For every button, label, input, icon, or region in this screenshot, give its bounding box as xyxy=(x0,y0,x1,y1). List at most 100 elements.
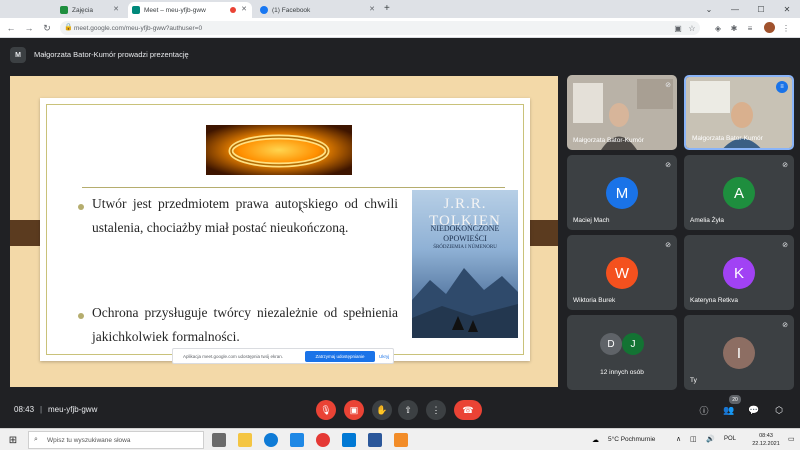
participant-name: Amelia Żyła xyxy=(690,217,724,224)
extensions-puzzle-icon[interactable]: ✱ xyxy=(728,22,740,34)
presenter-avatar: M xyxy=(10,47,26,63)
tray-time-text: 08:43 xyxy=(759,433,773,439)
url-field[interactable]: 🔒 meet.google.com/meu-yfjb-gww?authuser=… xyxy=(60,21,700,35)
separator: | xyxy=(40,405,43,414)
participant-name: Małgorzata Bator-Kumór xyxy=(573,137,644,144)
close-icon[interactable]: ✕ xyxy=(369,5,375,13)
network-icon[interactable]: ◫ xyxy=(690,435,697,443)
participant-avatar: A xyxy=(723,177,755,209)
close-icon[interactable]: ✕ xyxy=(241,5,247,13)
store-icon[interactable] xyxy=(290,433,304,447)
mic-off-button[interactable]: 🎙 xyxy=(316,400,336,420)
raise-hand-button[interactable]: ✋ xyxy=(372,400,392,420)
maximize-icon[interactable]: ☐ xyxy=(748,0,774,18)
mic-off-icon: ⊘ xyxy=(782,322,788,329)
tray-chevron-icon[interactable]: ∧ xyxy=(676,435,681,443)
participant-avatar: W xyxy=(606,257,638,289)
tab-zajecia[interactable]: Zajęcia ✕ xyxy=(56,2,124,18)
forward-icon[interactable]: → xyxy=(22,21,36,35)
reading-list-icon[interactable]: ≡ xyxy=(744,22,756,34)
slide-decoration xyxy=(10,220,42,246)
meet-control-bar: 08:43 | meu-yfjb-gww 🎙 ▣ ✋ ⇧ ⋮ ☎ ⓘ 👥 20 … xyxy=(0,392,800,428)
windows-taskbar: ⊞ ⌕ Wpisz tu wyszukiwane słowa ☁ 5°C Poc… xyxy=(0,428,800,450)
bookmark-star-icon[interactable]: ☆ xyxy=(686,22,698,34)
camera-permission-icon[interactable]: ▣ xyxy=(672,22,684,34)
taskbar-search-input[interactable]: ⌕ Wpisz tu wyszukiwane słowa xyxy=(28,431,204,449)
file-explorer-icon[interactable] xyxy=(238,433,252,447)
stop-sharing-button[interactable]: Zatrzymaj udostępnianie xyxy=(305,351,375,362)
input-language[interactable]: POL xyxy=(724,436,736,442)
bullet-text: Ochrona przysługuje twórcy niezależnie o… xyxy=(92,305,398,344)
back-icon[interactable]: ← xyxy=(4,21,18,35)
notifications-icon[interactable]: ▭ xyxy=(788,435,795,443)
windows-start-icon[interactable]: ⊞ xyxy=(7,434,19,446)
lock-icon: 🔒 xyxy=(64,24,73,31)
tray-date-text: 22.12.2021 xyxy=(752,441,780,447)
bullet-text: Utwór jest przedmiotem prawa autorskiego… xyxy=(92,196,398,235)
people-count-badge: 20 xyxy=(729,395,741,404)
slide-decoration xyxy=(526,220,558,246)
divider-line xyxy=(82,187,505,188)
cover-title: NIEDOKOŃCZONE xyxy=(430,224,500,233)
activities-icon[interactable]: ⬡ xyxy=(772,403,786,417)
others-count-label: 12 innych osób xyxy=(600,369,644,376)
screen-share-notice: Aplikacja meet.google.com udostępnia twó… xyxy=(172,348,394,364)
mic-off-icon: ⊘ xyxy=(782,242,788,249)
tab-meet[interactable]: Meet – meu-yfjb-gww ✕ xyxy=(128,2,252,18)
speaking-indicator-icon: ≡ xyxy=(776,81,788,93)
profile-avatar[interactable] xyxy=(764,22,775,33)
new-tab-button[interactable]: + xyxy=(384,3,390,14)
url-text: meet.google.com/meu-yfjb-gww?authuser=0 xyxy=(74,24,203,32)
more-options-button[interactable]: ⋮ xyxy=(426,400,446,420)
facebook-icon xyxy=(260,6,268,14)
meeting-clock: 08:43 xyxy=(14,405,35,414)
info-icon[interactable]: ⓘ xyxy=(697,403,711,417)
participant-name: Ty xyxy=(690,377,697,384)
chat-icon[interactable]: 💬 xyxy=(747,403,761,417)
address-bar-row: ← → ↻ 🔒 meet.google.com/meu-yfjb-gww?aut… xyxy=(0,18,800,38)
close-window-icon[interactable]: ✕ xyxy=(774,0,800,18)
participant-tile[interactable]: ⊘ A Amelia Żyła xyxy=(684,155,794,230)
minimize-icon[interactable]: — xyxy=(722,0,748,18)
participant-tile[interactable]: ≡ Małgorzata Bator-Kumór xyxy=(684,75,794,150)
ring-image xyxy=(206,125,352,175)
camera-off-button[interactable]: ▣ xyxy=(344,400,364,420)
participant-tile[interactable]: ⊘ K Kateryna Retkva xyxy=(684,235,794,310)
present-button[interactable]: ⇧ xyxy=(398,400,418,420)
edge-icon[interactable] xyxy=(264,433,278,447)
participant-avatar: K xyxy=(723,257,755,289)
tray-clock[interactable]: 08:43 22.12.2021 xyxy=(746,432,786,448)
participant-name: Maciej Mach xyxy=(573,217,610,224)
weather-icon: ☁ xyxy=(592,437,599,444)
leave-call-button[interactable]: ☎ xyxy=(454,400,482,420)
close-icon[interactable]: ✕ xyxy=(113,5,119,13)
tab-facebook[interactable]: (1) Facebook ✕ xyxy=(256,2,380,18)
menu-dots-icon[interactable]: ⋮ xyxy=(780,22,792,34)
mail-icon[interactable] xyxy=(342,433,356,447)
reload-icon[interactable]: ↻ xyxy=(40,21,54,35)
others-tile[interactable]: D J 12 innych osób xyxy=(567,315,677,390)
participant-tile[interactable]: ⊘ W Wiktoria Burek xyxy=(567,235,677,310)
weather-text[interactable]: 5°C Pochmurnie xyxy=(608,436,655,443)
slide: Utwór jest przedmiotem prawa autorskiego… xyxy=(40,98,530,361)
hide-notice-link[interactable]: Ukryj xyxy=(379,354,389,359)
book-cover: J.R.R. TOLKIEN NIEDOKOŃCZONE OPOWIEŚCI Ś… xyxy=(412,190,518,338)
volume-icon[interactable]: 🔊 xyxy=(706,435,715,443)
task-view-icon[interactable] xyxy=(212,433,226,447)
chrome-icon[interactable] xyxy=(316,433,330,447)
tab-search-icon[interactable]: ⌄ xyxy=(696,0,722,18)
browser-tab-strip: Zajęcia ✕ Meet – meu-yfjb-gww ✕ (1) Face… xyxy=(0,0,800,18)
participant-tile[interactable]: ⊘ Małgorzata Bator-Kumór xyxy=(567,75,677,150)
participant-name: Małgorzata Bator-Kumór xyxy=(692,135,763,142)
participant-tile[interactable]: ⊘ M Maciej Mach xyxy=(567,155,677,230)
self-tile[interactable]: ⊘ I Ty xyxy=(684,315,794,390)
presentation-stage: Utwór jest przedmiotem prawa autorskiego… xyxy=(10,76,558,387)
word-icon[interactable] xyxy=(368,433,382,447)
search-icon: ⌕ xyxy=(34,436,38,443)
app-icon[interactable] xyxy=(394,433,408,447)
people-icon[interactable]: 👥 xyxy=(722,403,736,417)
extension-icon[interactable]: ◈ xyxy=(712,22,724,34)
participant-avatar: M xyxy=(606,177,638,209)
participant-avatar: I xyxy=(723,337,755,369)
cover-title: OPOWIEŚCI xyxy=(443,234,487,243)
